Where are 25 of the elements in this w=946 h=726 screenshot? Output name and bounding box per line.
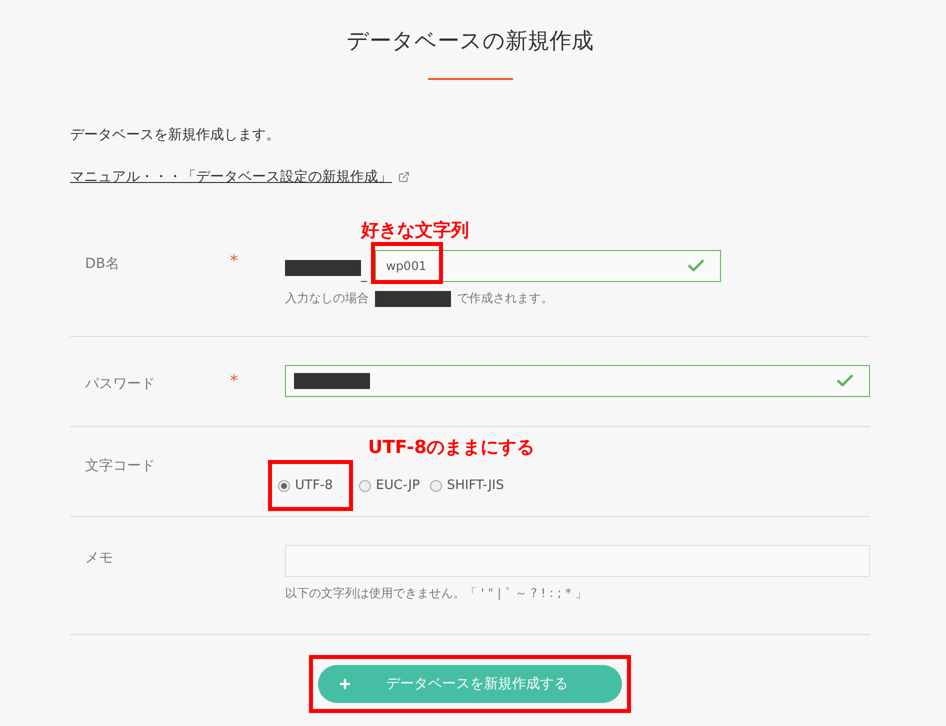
page-title: データベースの新規作成 bbox=[346, 28, 594, 56]
manual-link[interactable]: マニュアル・・・「データベース設定の新規作成」 bbox=[70, 168, 392, 186]
annotation-text: UTF-8のままにする bbox=[368, 436, 535, 459]
annotation-text: 好きな文字列 bbox=[361, 219, 470, 242]
separator-text: _ bbox=[361, 268, 367, 282]
intro-text: データベースを新規作成します。 bbox=[70, 126, 281, 144]
radio-option[interactable]: SHIFT-JIS bbox=[430, 478, 504, 493]
radio-option[interactable]: UTF-8 bbox=[278, 478, 333, 493]
db-name-field[interactable]: wp001 bbox=[375, 250, 721, 282]
field-label: 文字コード bbox=[84, 457, 156, 476]
external-link-icon bbox=[398, 171, 410, 183]
radio-option[interactable]: EUC-JP bbox=[358, 478, 420, 493]
password-field[interactable] bbox=[285, 365, 870, 397]
required-mark: * bbox=[230, 250, 239, 272]
hint-text: 入力なしの場合 bbox=[285, 290, 369, 307]
memo-field[interactable] bbox=[285, 545, 870, 577]
field-label: メモ bbox=[84, 549, 114, 568]
hint-text: で作成されます。 bbox=[457, 290, 553, 307]
field-label: パスワード bbox=[84, 375, 156, 394]
plus-icon bbox=[338, 677, 352, 691]
required-mark: * bbox=[230, 370, 239, 392]
hint-text: 以下の文字列は使用できません。「 ' " | ` ～ ? ! : ; * 」 bbox=[285, 585, 588, 602]
field-label: DB名 bbox=[84, 255, 120, 274]
db-name-input[interactable]: wp001 bbox=[384, 258, 686, 274]
highlight-frame bbox=[371, 242, 443, 284]
